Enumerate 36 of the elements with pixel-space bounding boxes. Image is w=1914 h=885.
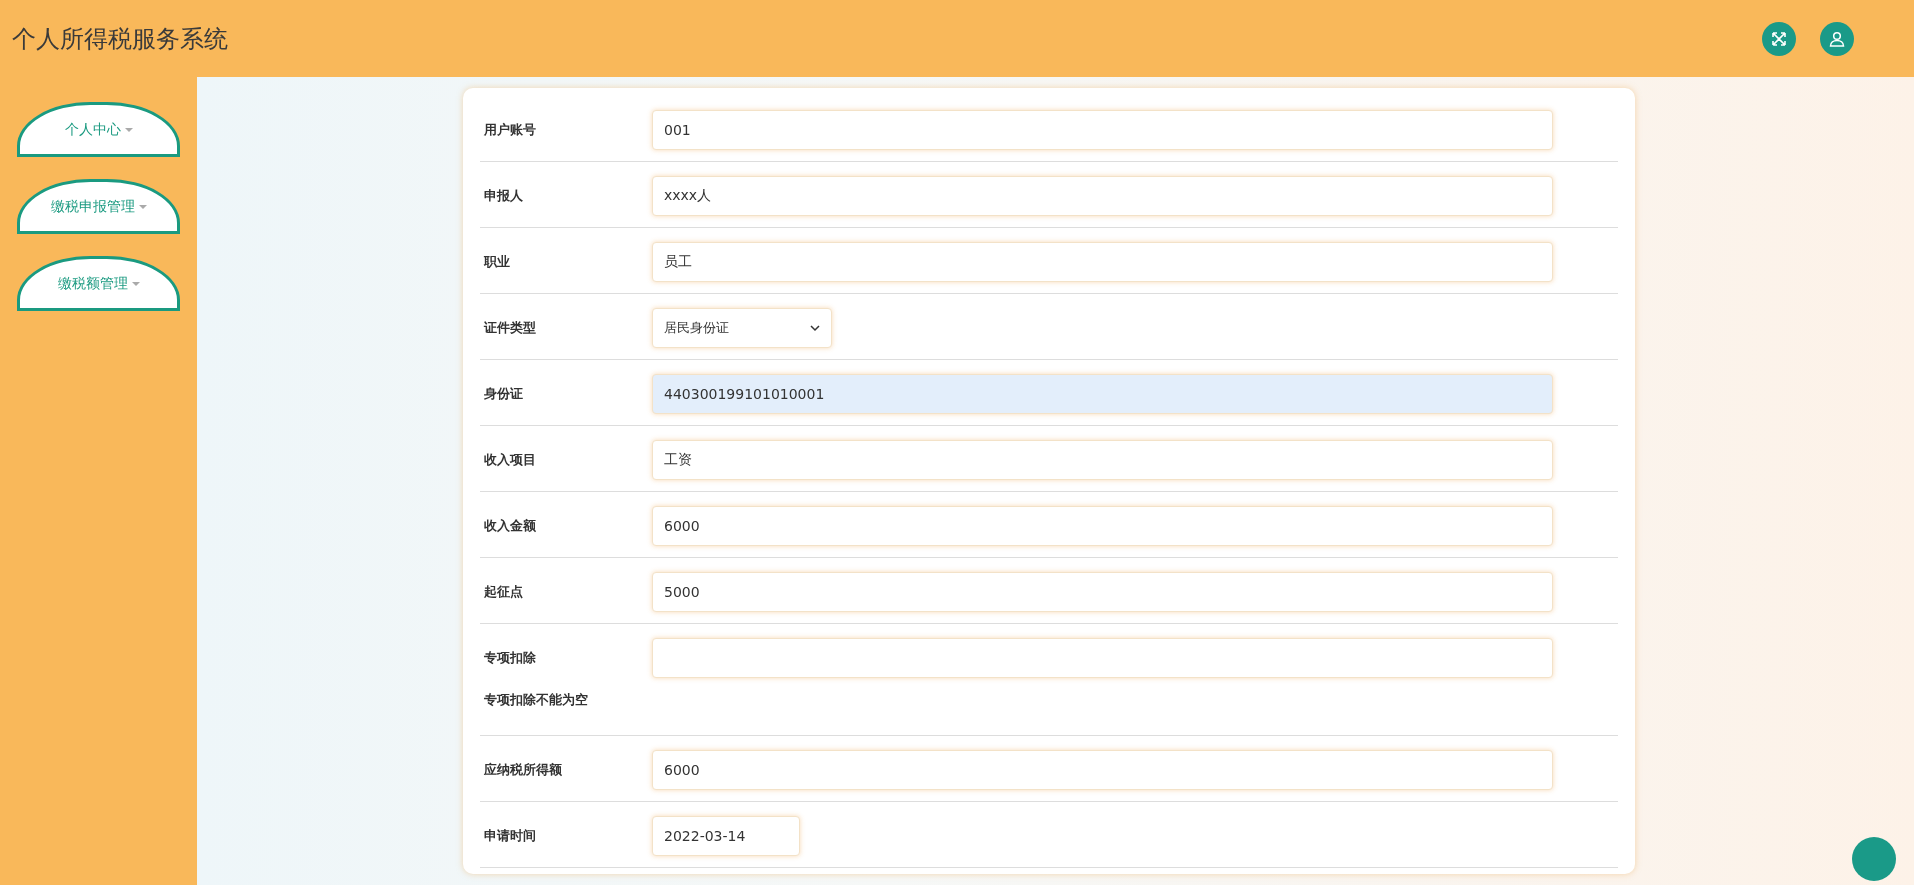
menu-item[interactable]: 个人中心 — [17, 102, 180, 157]
field-label: 收入项目 — [483, 451, 537, 469]
error-message: 专项扣除不能为空 — [483, 691, 589, 709]
field-label: 起征点 — [483, 583, 524, 601]
input-field[interactable]: xxxx人 — [652, 176, 1553, 216]
field-label: 职业 — [483, 253, 511, 271]
field-label: 收入金额 — [483, 517, 537, 535]
field-label: 证件类型 — [482, 319, 537, 337]
input-field[interactable]: 440300199101010001 — [652, 374, 1553, 414]
field-label: 应纳税所得额 — [483, 760, 563, 779]
caret-icon — [131, 281, 140, 286]
field-label: 申请时间 — [483, 826, 537, 845]
input-field[interactable]: 5000 — [652, 572, 1553, 612]
caret-icon — [124, 127, 133, 132]
input-field[interactable]: 6000 — [652, 506, 1553, 546]
input-field[interactable]: 员工 — [652, 242, 1553, 282]
field-label: 用户账号 — [483, 121, 537, 139]
expand-icon — [1771, 30, 1787, 47]
app-title: 个人所得税服务系统 — [12, 23, 228, 55]
floating-button[interactable] — [1852, 837, 1896, 881]
field-label: 身份证 — [483, 385, 524, 403]
caret-icon — [138, 204, 147, 209]
fullscreen-button[interactable] — [1762, 21, 1796, 56]
field-label: 专项扣除 — [483, 649, 537, 667]
date-field[interactable]: 2022-03-14 — [652, 815, 800, 856]
input-field[interactable]: 6000 — [652, 749, 1553, 790]
input-field[interactable]: 001 — [652, 110, 1553, 150]
menu-item[interactable]: 缴税额管理 — [17, 256, 180, 311]
chevron-icon — [810, 324, 820, 332]
select-field[interactable]: 居民身份证 — [652, 308, 832, 348]
menu-item[interactable]: 缴税申报管理 — [17, 179, 180, 234]
input-field[interactable]: 工资 — [652, 440, 1553, 480]
user-button[interactable] — [1820, 21, 1854, 56]
input-field[interactable] — [652, 638, 1553, 678]
field-label: 申报人 — [483, 187, 524, 205]
user-icon — [1829, 30, 1845, 47]
